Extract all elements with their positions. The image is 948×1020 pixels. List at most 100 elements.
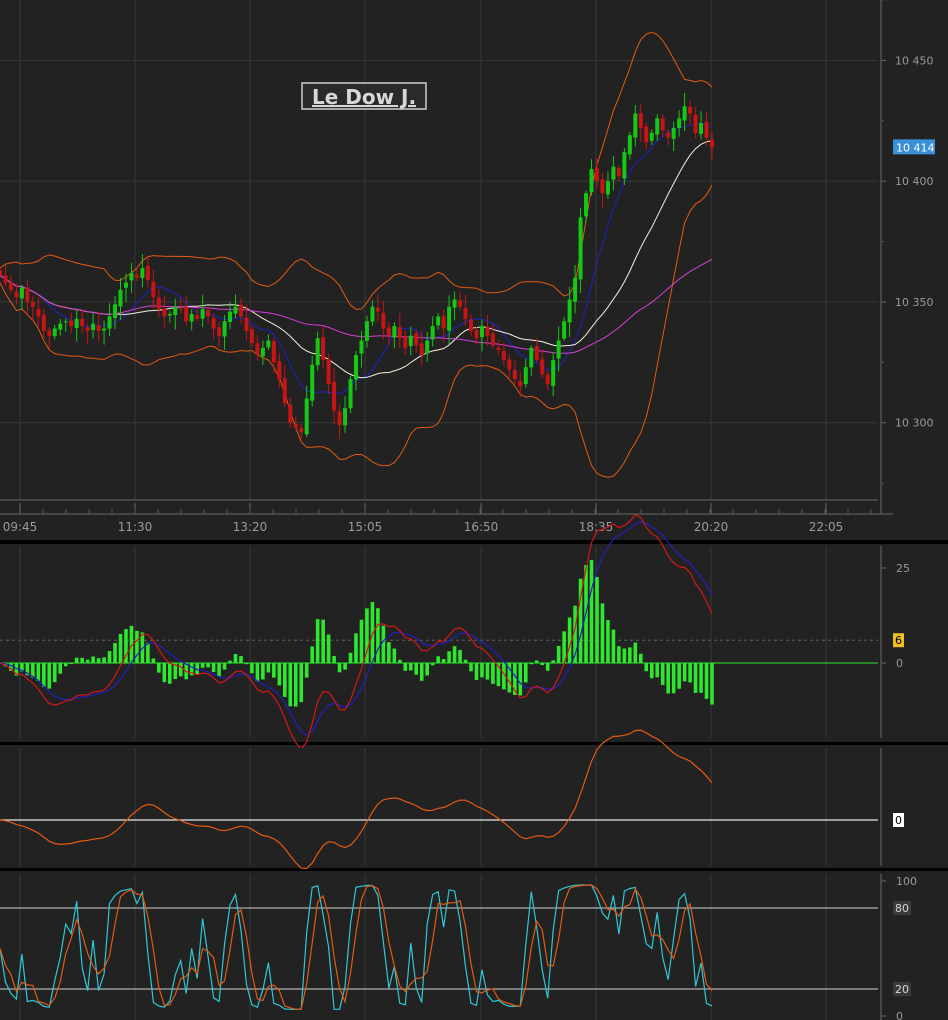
- macd-histogram-bar: [545, 663, 550, 671]
- candle-body: [282, 378, 287, 404]
- macd-histogram-bar: [217, 663, 221, 677]
- macd-histogram-bar: [474, 663, 479, 681]
- panel-separator: [0, 540, 948, 544]
- stochastic-level-label: 20: [895, 983, 909, 996]
- candle-body: [573, 277, 578, 302]
- candle-body: [452, 299, 457, 308]
- macd-histogram-bar: [332, 655, 336, 663]
- candle-body: [507, 359, 512, 370]
- macd-histogram-bar: [600, 603, 605, 663]
- candle-body: [310, 364, 315, 401]
- stochastic-y-tick-label: 0: [896, 1010, 903, 1020]
- candle-body: [332, 381, 337, 411]
- x-tick-label: 20:20: [694, 520, 729, 534]
- candle-body: [677, 118, 682, 129]
- macd-histogram-bar: [315, 619, 320, 663]
- y-tick-label: 10 300: [895, 417, 934, 430]
- candle-body: [364, 321, 369, 341]
- candle-body: [496, 347, 501, 351]
- candle-body: [129, 272, 134, 281]
- candle-body: [217, 327, 222, 336]
- candle-body: [19, 287, 24, 299]
- macd-histogram-bar: [283, 663, 287, 697]
- macd-histogram-bar: [178, 663, 183, 677]
- y-tick-label: 10 400: [895, 175, 934, 188]
- candle-body: [321, 337, 326, 360]
- macd-histogram-bar: [518, 663, 523, 696]
- candle-body: [458, 300, 463, 307]
- price-plot-area: [0, 0, 878, 500]
- candle-body: [589, 169, 594, 193]
- candle-body: [69, 320, 74, 327]
- macd-histogram-bar: [376, 608, 380, 663]
- oscillator-panel-area: [0, 748, 878, 866]
- y-tick-label: 10 350: [895, 296, 934, 309]
- chart-title: Le Dow J.: [301, 82, 427, 110]
- candle-body: [354, 355, 358, 380]
- candle-body: [184, 306, 189, 322]
- macd-histogram-bar: [436, 656, 440, 663]
- candle-body: [36, 308, 41, 317]
- candle-body: [206, 309, 211, 317]
- candle-body: [666, 132, 671, 138]
- macd-histogram-bar: [69, 663, 73, 664]
- macd-histogram-bar: [343, 663, 347, 670]
- candle-body: [551, 359, 556, 386]
- macd-histogram-bar: [381, 625, 386, 663]
- macd-histogram-bar: [639, 653, 643, 663]
- candle-body: [512, 369, 517, 380]
- candle-body: [238, 304, 243, 317]
- macd-histogram-bar: [233, 654, 238, 663]
- candle-body: [649, 132, 654, 141]
- candle-body: [113, 304, 118, 318]
- stochastic-y-tick-label: 100: [896, 875, 917, 888]
- macd-histogram-bar: [261, 663, 265, 680]
- candle-body: [518, 381, 523, 387]
- candle-body: [408, 335, 413, 347]
- candle-body: [134, 274, 139, 278]
- candle-body: [233, 306, 238, 314]
- candle-body: [403, 336, 408, 348]
- macd-histogram-bar: [91, 656, 95, 663]
- candle-body: [260, 347, 265, 357]
- macd-histogram-bar: [425, 663, 429, 676]
- macd-histogram-bar: [200, 663, 205, 668]
- candle-body: [244, 317, 249, 331]
- macd-histogram-bar: [96, 658, 101, 663]
- macd-histogram-bar: [162, 663, 167, 683]
- candle-body: [343, 408, 348, 426]
- macd-histogram-bar: [85, 659, 90, 663]
- candle-body: [47, 330, 52, 336]
- candle-body: [359, 340, 364, 354]
- candle-body: [151, 281, 156, 298]
- candle-body: [189, 314, 194, 322]
- macd-histogram-bar: [671, 663, 676, 694]
- candle-body: [145, 265, 150, 281]
- candle-body: [638, 113, 643, 129]
- macd-histogram-bar: [447, 651, 451, 663]
- macd-histogram-bar: [649, 663, 654, 679]
- candle-body: [655, 118, 660, 135]
- macd-histogram-bar: [556, 645, 561, 663]
- macd-histogram-bar: [47, 663, 52, 689]
- candle-body: [375, 307, 380, 312]
- candle-body: [304, 398, 309, 435]
- candle-body: [660, 118, 665, 131]
- macd-histogram-bar: [299, 663, 304, 703]
- stochastic-level-label: 80: [895, 902, 909, 915]
- macd-histogram-bar: [688, 663, 692, 683]
- candle-body: [523, 367, 528, 385]
- candle-body: [584, 193, 589, 217]
- title-text: Le Dow J.: [312, 85, 416, 109]
- candle-body: [14, 291, 19, 298]
- macd-y-tick-label: 0: [896, 657, 903, 670]
- macd-histogram-bar: [452, 646, 457, 663]
- macd-histogram-bar: [244, 663, 249, 665]
- candle-body: [52, 328, 57, 337]
- macd-histogram-bar: [310, 646, 314, 663]
- macd-histogram-bar: [403, 663, 408, 671]
- candle-body: [255, 343, 260, 356]
- macd-histogram-bar: [414, 663, 419, 675]
- macd-histogram-bar: [167, 663, 172, 684]
- candle-body: [540, 359, 545, 375]
